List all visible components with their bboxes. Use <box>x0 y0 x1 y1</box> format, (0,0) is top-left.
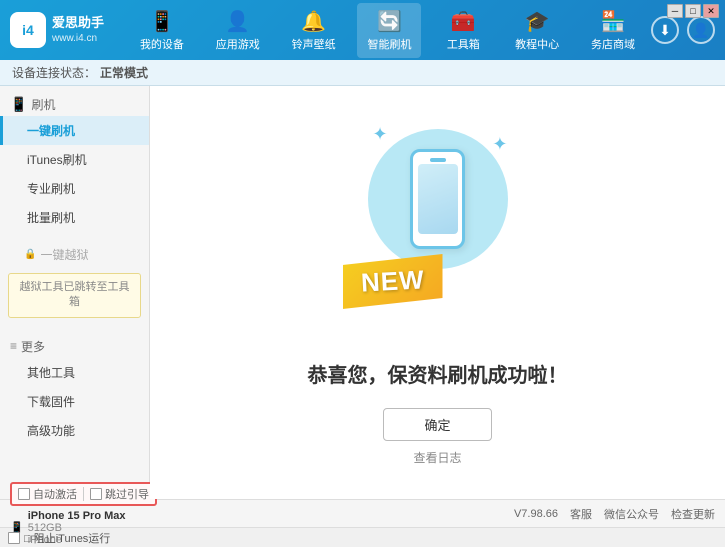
nav-tabs: 📱 我的设备 👤 应用游戏 🔔 铃声壁纸 🔄 智能刷机 🧰 工具箱 🎓 教程中心… <box>124 3 651 58</box>
confirm-button[interactable]: 确定 <box>383 408 491 441</box>
sparkle-icon-1: ✦ <box>373 124 388 145</box>
flash-section-header[interactable]: 📱 刷机 <box>0 90 149 116</box>
phone-background <box>368 129 508 269</box>
success-message: 恭喜您，保资料刷机成功啦！ <box>308 359 568 388</box>
guide-activate-checkbox[interactable] <box>90 488 102 500</box>
more-section-icon: ≡ <box>10 339 17 353</box>
jailbreak-section: 🔒 一键越狱 越狱工具已跳转至工具箱 <box>0 236 149 326</box>
main-layout: 📱 刷机 一键刷机 iTunes刷机 专业刷机 批量刷机 🔒 一键越狱 <box>0 86 725 499</box>
phone-screen <box>418 164 458 234</box>
guide-activate-label[interactable]: 跳过引导 <box>90 486 149 502</box>
divider <box>83 487 84 501</box>
bottom-bar: 自动激活 跳过引导 📱 iPhone 15 Pro Max 512GB iPho… <box>0 499 725 527</box>
success-illustration: ✦ ✦ NEW <box>338 119 538 339</box>
nav-tab-my-device[interactable]: 📱 我的设备 <box>130 3 194 58</box>
nav-tab-toolbox[interactable]: 🧰 工具箱 <box>433 3 493 58</box>
phone-shape <box>410 149 465 249</box>
itunes-bar: □ 阻止iTunes运行 <box>0 527 725 547</box>
lock-icon: 🔒 <box>24 249 36 260</box>
sidebar-item-download-firmware[interactable]: 下载固件 <box>0 387 149 416</box>
auto-activate-label[interactable]: 自动激活 <box>18 486 77 502</box>
app-icon: 👤 <box>225 9 250 34</box>
wechat-link[interactable]: 微信公众号 <box>604 506 659 522</box>
logo-icon: i4 <box>10 12 46 48</box>
sidebar-item-pro-flash[interactable]: 专业刷机 <box>0 174 149 203</box>
flash-icon: 🔄 <box>377 9 402 34</box>
sidebar-item-batch-flash[interactable]: 批量刷机 <box>0 203 149 232</box>
sidebar: 📱 刷机 一键刷机 iTunes刷机 专业刷机 批量刷机 🔒 一键越狱 <box>0 86 150 499</box>
sparkle-icon-2: ✦ <box>492 134 507 155</box>
sidebar-item-one-key-flash[interactable]: 一键刷机 <box>0 116 149 145</box>
flash-section: 📱 刷机 一键刷机 iTunes刷机 专业刷机 批量刷机 <box>0 86 149 236</box>
ringtone-icon: 🔔 <box>301 9 326 34</box>
window-controls: ─ □ ✕ <box>667 4 719 18</box>
main-content: ✦ ✦ NEW 恭喜您，保资料刷机成功啦！ 确定 查看日志 <box>150 86 725 499</box>
download-button[interactable]: ⬇ <box>651 16 679 44</box>
nav-tab-tutorial[interactable]: 🎓 教程中心 <box>505 3 569 58</box>
phone-notch <box>430 158 446 162</box>
auto-activate-row: 自动激活 跳过引导 <box>10 482 157 506</box>
maximize-button[interactable]: □ <box>685 4 701 18</box>
close-button[interactable]: ✕ <box>703 4 719 18</box>
itunes-block-label[interactable]: □ 阻止iTunes运行 <box>8 530 110 546</box>
nav-tab-app-games[interactable]: 👤 应用游戏 <box>206 3 270 58</box>
sidebar-item-itunes-flash[interactable]: iTunes刷机 <box>0 145 149 174</box>
auto-activate-checkbox[interactable] <box>18 488 30 500</box>
itunes-block-checkbox[interactable] <box>8 532 20 544</box>
nav-tab-ringtone[interactable]: 🔔 铃声壁纸 <box>282 3 346 58</box>
tutorial-icon: 🎓 <box>525 9 550 34</box>
logo: i4 爱思助手 www.i4.cn <box>10 12 104 48</box>
view-log-button[interactable]: 查看日志 <box>413 449 461 466</box>
customer-service-link[interactable]: 客服 <box>570 506 592 522</box>
check-update-link[interactable]: 检查更新 <box>671 506 715 522</box>
logo-text: 爱思助手 www.i4.cn <box>52 15 104 45</box>
nav-tab-smart-flash[interactable]: 🔄 智能刷机 <box>357 3 421 58</box>
flash-section-icon: 📱 <box>10 96 27 113</box>
jailbreak-section-header: 🔒 一键越狱 <box>0 240 149 269</box>
device-icon: 📱 <box>149 9 174 34</box>
service-icon: 🏪 <box>601 9 626 34</box>
header: i4 爱思助手 www.i4.cn 📱 我的设备 👤 应用游戏 🔔 铃声壁纸 🔄… <box>0 0 725 60</box>
jailbreak-notice: 越狱工具已跳转至工具箱 <box>8 273 141 318</box>
sidebar-item-advanced[interactable]: 高级功能 <box>0 416 149 445</box>
new-badge: NEW <box>343 254 443 309</box>
header-right: ⬇ 👤 <box>651 16 715 44</box>
minimize-button[interactable]: ─ <box>667 4 683 18</box>
more-section: ≡ 更多 其他工具 下载固件 高级功能 <box>0 326 149 449</box>
bottom-right: V7.98.66 客服 微信公众号 检查更新 <box>514 506 715 522</box>
user-button[interactable]: 👤 <box>687 16 715 44</box>
more-section-header: ≡ 更多 <box>0 330 149 358</box>
status-bar: 设备连接状态： 正常模式 <box>0 60 725 86</box>
nav-tab-service[interactable]: 🏪 务店商域 <box>581 3 645 58</box>
toolbox-icon: 🧰 <box>451 9 476 34</box>
sidebar-item-other-tools[interactable]: 其他工具 <box>0 358 149 387</box>
